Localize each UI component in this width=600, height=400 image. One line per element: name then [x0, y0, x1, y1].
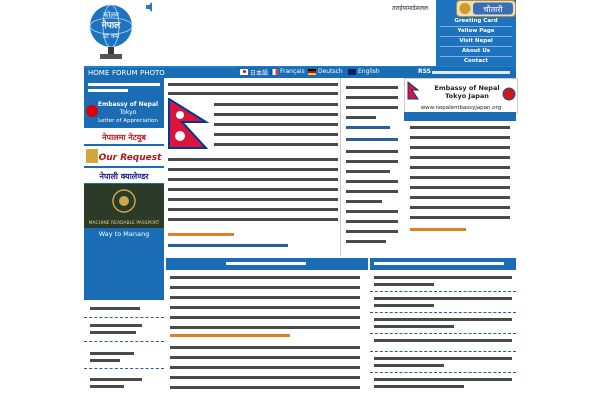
menu-photo[interactable]: PHOTO — [140, 68, 165, 78]
logo-text-1: कोलव — [103, 10, 119, 19]
svg-text:MACHINE READABLE PASSPORT: MACHINE READABLE PASSPORT — [89, 220, 160, 226]
nav-yellow-page[interactable]: Yellow Page — [440, 27, 512, 37]
lang-japanese[interactable]: 日本語 — [250, 68, 268, 77]
logo-text-2: नेपाल — [101, 19, 121, 31]
status-text: तराईयामाडेसलल — [392, 5, 428, 12]
chautari-button[interactable]: चौतारी — [456, 0, 516, 17]
svg-text:Tokyo Japan: Tokyo Japan — [445, 92, 489, 100]
flag-germany-icon — [308, 69, 316, 75]
left-panel-header — [84, 298, 164, 300]
menu-home[interactable]: HOME — [88, 68, 109, 78]
logo-text-3: डट कम — [102, 33, 120, 40]
lang-french[interactable]: Français — [280, 68, 305, 75]
nav-about-us[interactable]: About Us — [440, 47, 512, 57]
lang-german[interactable]: Deutsch — [318, 68, 343, 75]
lower-right-header — [370, 258, 516, 270]
svg-text:Tokyo: Tokyo — [119, 109, 137, 116]
nepali-news-banner[interactable]: नेपालमा नेटयुब — [84, 128, 164, 144]
language-bar-text — [432, 71, 510, 74]
svg-text:www.nepalembassyjapan.org: www.nepalembassyjapan.org — [421, 105, 502, 111]
lower-center-header — [166, 258, 368, 270]
nav-greeting-card[interactable]: Greeting Card — [440, 17, 512, 27]
embassy-letter-banner[interactable]: Embassy of Nepal Tokyo Letter of Appreci… — [84, 98, 164, 126]
flag-uk-icon — [348, 69, 356, 75]
embassy-japan-banner[interactable]: Embassy of Nepal Tokyo Japan www.nepalem… — [404, 78, 518, 114]
site-logo[interactable]: कोलव नेपाल डट कम — [86, 2, 136, 64]
passport-banner[interactable]: MACHINE READABLE PASSPORT — [84, 184, 164, 228]
flag-france-icon — [270, 69, 278, 75]
svg-text:Our Request: Our Request — [99, 153, 163, 163]
our-request-banner[interactable]: Our Request — [84, 146, 164, 166]
way-to-manang-link[interactable]: Way to Manang — [84, 229, 164, 239]
right-column-header — [404, 112, 516, 121]
svg-text:Embassy of Nepal: Embassy of Nepal — [98, 101, 158, 108]
lang-english[interactable]: English — [358, 68, 380, 75]
speaker-icon[interactable] — [144, 2, 154, 12]
language-bar: 日本語 Français Deutsch English RSS — [236, 67, 516, 78]
nepali-calendar-banner[interactable]: नेपाली क्यालेण्डर — [84, 167, 164, 183]
svg-text:चौतारी: चौतारी — [483, 4, 503, 14]
svg-text:नेपालमा नेटयुब: नेपालमा नेटयुब — [101, 132, 146, 143]
svg-text:Embassy of Nepal: Embassy of Nepal — [434, 84, 499, 92]
nepal-flag-image — [168, 97, 210, 150]
rss-label[interactable]: RSS — [418, 68, 431, 75]
menu-forum[interactable]: FORUM — [112, 68, 138, 78]
svg-text:नेपाली क्यालेण्डर: नेपाली क्यालेण्डर — [98, 171, 149, 181]
nav-visit-nepal[interactable]: Visit Nepal — [440, 37, 512, 47]
flag-japan-icon — [240, 69, 248, 75]
svg-text:Letter of Appreciation: Letter of Appreciation — [98, 118, 158, 124]
sidebar-text-block — [86, 80, 162, 96]
